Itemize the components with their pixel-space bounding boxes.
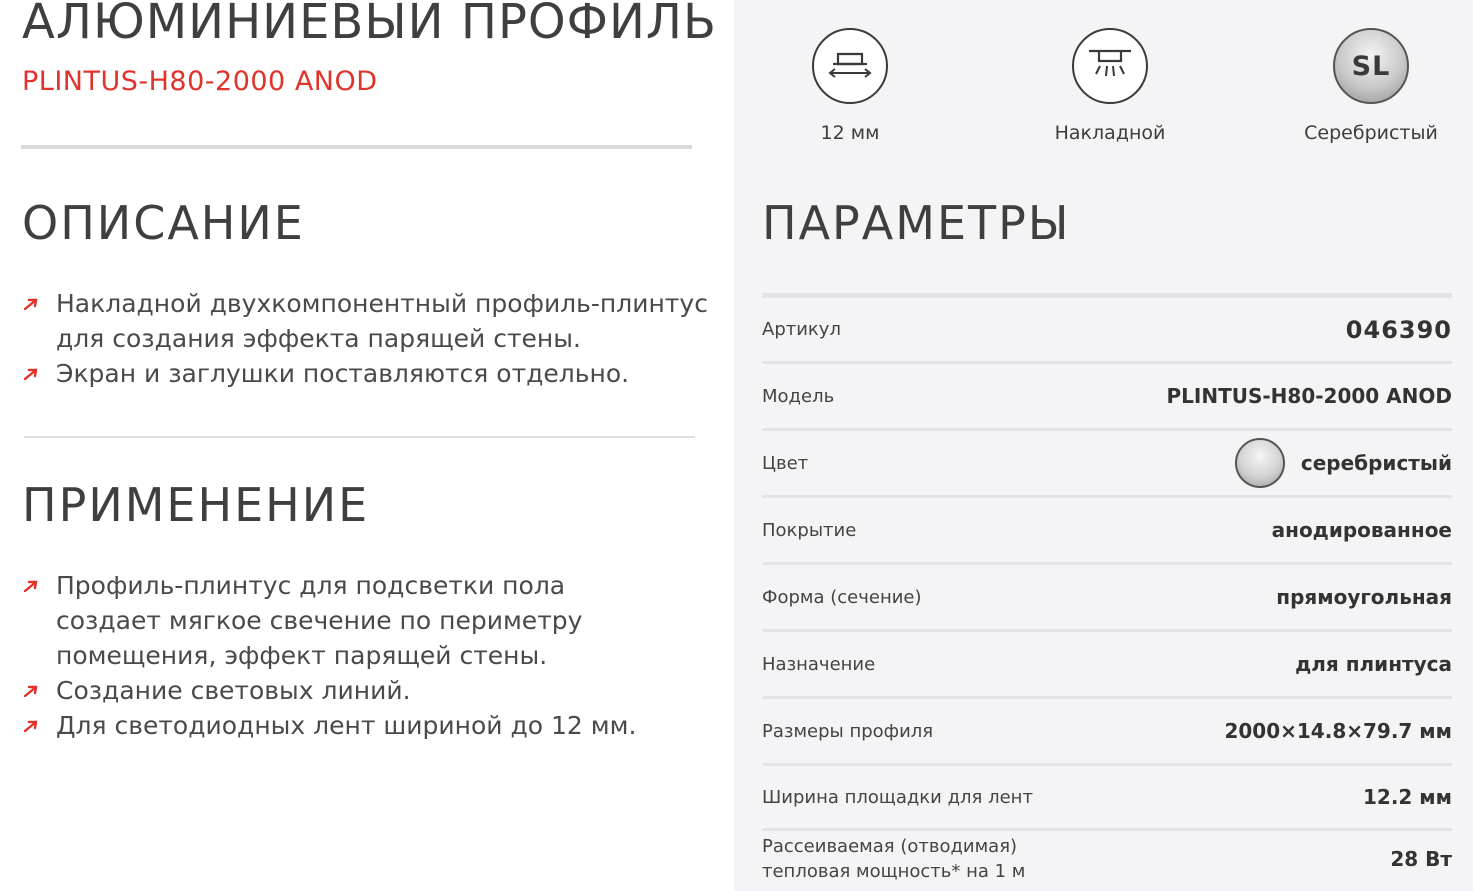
divider [21, 145, 692, 149]
product-model: PLINTUS-H80-2000 ANOD [22, 66, 378, 97]
list-item: Профиль-плинтус для подсветки пола созда… [22, 568, 616, 673]
param-value-color: серебристый [1234, 438, 1452, 488]
list-item-text: Экран и заглушки поставляются отдельно. [56, 359, 630, 388]
feature-width: 12 мм [750, 28, 950, 144]
params-title: ПАРАМЕТРЫ [762, 196, 1071, 250]
silver-color-icon: SL [1333, 28, 1409, 104]
arrow-bullet-icon [24, 685, 38, 697]
table-row: Форма (сечение) прямоугольная [762, 565, 1452, 632]
param-key: Покрытие [762, 519, 857, 541]
description-title: ОПИСАНИЕ [22, 196, 305, 250]
param-value: серебристый [1300, 451, 1452, 475]
list-item: Для светодиодных лент шириной до 12 мм. [22, 708, 712, 743]
param-value: прямоугольная [1276, 585, 1452, 609]
surface-mount-icon [1072, 28, 1148, 104]
list-item: Экран и заглушки поставляются отдельно. [22, 356, 712, 391]
param-value: 28 Вт [1390, 847, 1452, 871]
param-key: Рассеиваемая (отводимая) тепловая мощнос… [762, 834, 1025, 884]
param-key: Форма (сечение) [762, 586, 922, 608]
param-key-line: Рассеиваемая (отводимая) [762, 836, 1018, 857]
description-list: Накладной двухкомпонентный профиль-плинт… [22, 286, 712, 391]
application-title: ПРИМЕНЕНИЕ [22, 478, 370, 532]
table-row: Назначение для плинтуса [762, 632, 1452, 699]
list-item-text: Создание световых линий. [56, 676, 411, 705]
feature-label: 12 мм [820, 122, 880, 144]
arrow-bullet-icon [24, 298, 38, 310]
param-value: 046390 [1345, 315, 1452, 344]
params-table: Артикул 046390 Модель PLINTUS-H80-2000 A… [762, 298, 1452, 887]
param-key: Артикул [762, 319, 841, 340]
feature-color: SL Серебристый [1271, 28, 1471, 144]
table-row: Размеры профиля 2000×14.8×79.7 мм [762, 699, 1452, 766]
table-row: Цвет серебристый [762, 431, 1452, 498]
param-key-line: тепловая мощность* на 1 м [762, 861, 1026, 882]
feature-label: Серебристый [1304, 122, 1438, 144]
arrow-bullet-icon [24, 368, 38, 380]
color-swatch [1234, 438, 1285, 488]
list-item-text: Профиль-плинтус для подсветки пола созда… [56, 571, 583, 670]
list-item: Создание световых линий. [22, 673, 712, 708]
arrow-bullet-icon [24, 720, 38, 732]
list-item-text: Для светодиодных лент шириной до 12 мм. [56, 711, 637, 740]
param-value: 12.2 мм [1362, 785, 1452, 809]
param-value: 2000×14.8×79.7 мм [1224, 719, 1452, 743]
list-item: Накладной двухкомпонентный профиль-плинт… [22, 286, 712, 356]
feature-mount: Накладной [1010, 28, 1210, 144]
table-row: Модель PLINTUS-H80-2000 ANOD [762, 364, 1452, 431]
product-title: АЛЮМИНИЕВЫЙ ПРОФИЛЬ [22, 0, 717, 50]
arrow-bullet-icon [24, 580, 38, 592]
divider [24, 436, 695, 438]
param-key: Модель [762, 385, 835, 407]
param-key: Ширина площадки для лент [762, 786, 1033, 808]
feature-label: Накладной [1054, 122, 1166, 144]
table-row: Артикул 046390 [762, 298, 1452, 364]
param-value: PLINTUS-H80-2000 ANOD [1166, 384, 1453, 408]
left-column: АЛЮМИНИЕВЫЙ ПРОФИЛЬ PLINTUS-H80-2000 ANO… [0, 0, 734, 891]
param-key: Назначение [762, 653, 876, 675]
param-value: анодированное [1271, 518, 1452, 542]
width-icon [812, 28, 888, 104]
param-key: Цвет [762, 452, 809, 474]
table-row: Покрытие анодированное [762, 498, 1452, 565]
table-row: Рассеиваемая (отводимая) тепловая мощнос… [762, 831, 1452, 887]
param-key: Размеры профиля [762, 720, 934, 742]
list-item-text: Накладной двухкомпонентный профиль-плинт… [56, 289, 708, 353]
application-list: Профиль-плинтус для подсветки пола созда… [22, 568, 712, 743]
param-value: для плинтуса [1295, 652, 1452, 676]
table-row: Ширина площадки для лент 12.2 мм [762, 766, 1452, 831]
